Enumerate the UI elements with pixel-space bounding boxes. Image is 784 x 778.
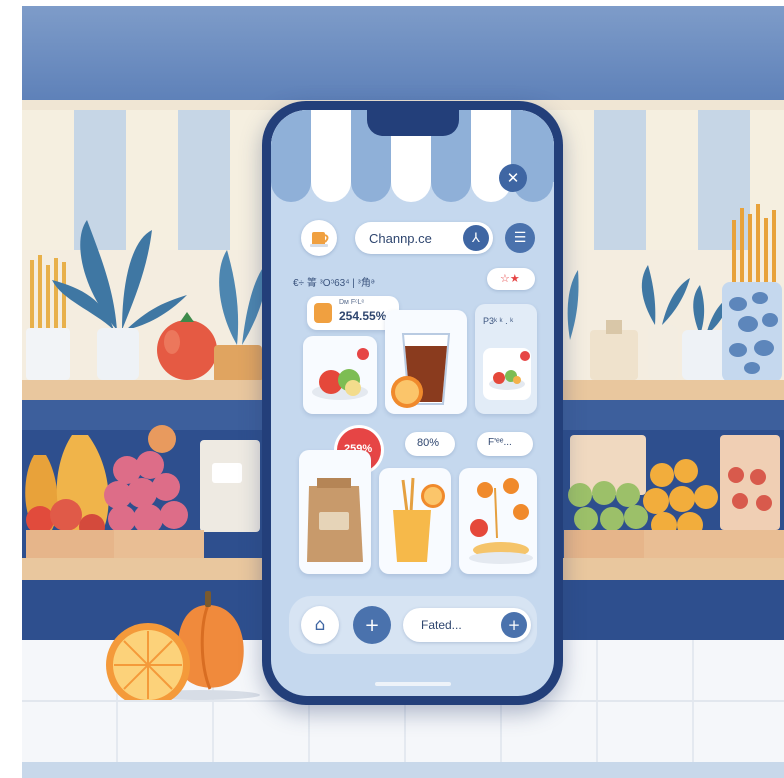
dessert-icon	[469, 478, 533, 564]
close-button[interactable]: ✕	[499, 164, 527, 192]
product-card-vegetables[interactable]	[303, 336, 377, 414]
search-button[interactable]: ⅄	[463, 225, 489, 251]
filter-chip-label: F'ᵉᵉ...	[488, 437, 512, 448]
add-button[interactable]: +	[353, 606, 391, 644]
salad-icon	[489, 351, 530, 390]
product-card-side[interactable]: P3ᵏ ᵏ . ᵏ	[475, 304, 537, 414]
drink-icon	[391, 333, 451, 408]
product-card-drink[interactable]	[385, 310, 467, 414]
left-produce	[25, 425, 260, 558]
side-card-label: P3ᵏ ᵏ . ᵏ	[483, 316, 514, 326]
search-bar[interactable]: Channp.ce ⅄	[355, 222, 493, 254]
bottom-input-text[interactable]: Fated...	[421, 618, 462, 632]
orange-and-pumpkin	[106, 591, 260, 700]
promo-cup-icon	[314, 303, 332, 323]
close-icon: ✕	[506, 169, 520, 187]
phone-frame: ✕ Channp.ce ⅄ ☰ €÷ 箐 ᵌOᵓ63⁴ | ᵌ角ᵊ ☆★ Dᴍ …	[262, 101, 563, 705]
promo-small-label: Dᴍ FᶜLᵉ	[339, 299, 365, 306]
side-card-image	[483, 348, 531, 400]
menu-button[interactable]: ☰	[505, 223, 535, 253]
right-plant-decoration	[567, 204, 782, 382]
search-icon: ⅄	[472, 230, 480, 246]
product-card-dessert[interactable]	[459, 468, 537, 574]
home-indicator	[375, 682, 451, 686]
vegetables-icon	[312, 348, 369, 400]
phone-screen: ✕ Channp.ce ⅄ ☰ €÷ 箐 ᵌOᵓ63⁴ | ᵌ角ᵊ ☆★ Dᴍ …	[271, 110, 554, 696]
home-icon: ⌂	[314, 615, 326, 635]
store-scene: ✕ Channp.ce ⅄ ☰ €÷ 箐 ᵌOᵓ63⁴ | ᵌ角ᵊ ☆★ Dᴍ …	[0, 0, 784, 778]
filter-chip[interactable]: F'ᵉᵉ...	[477, 432, 533, 456]
phone-notch	[367, 110, 459, 136]
wall-band	[22, 6, 784, 104]
floor-bottom	[22, 762, 784, 778]
product-card-bag[interactable]	[299, 450, 371, 574]
left-plant-decoration	[26, 220, 270, 383]
rating-badge[interactable]: ☆★	[487, 268, 535, 290]
search-input[interactable]: Channp.ce	[369, 231, 432, 246]
product-card-juice[interactable]	[379, 468, 451, 574]
promo-value: 254.55%	[339, 309, 387, 323]
submit-plus-icon: +	[507, 616, 521, 634]
stats-text: €÷ 箐 ᵌOᵓ63⁴ | ᵌ角ᵊ	[293, 278, 375, 289]
cup-icon	[310, 232, 329, 247]
paper-bag-icon	[307, 478, 363, 562]
rating-stars: ☆★	[500, 272, 520, 285]
plus-icon: +	[364, 614, 380, 636]
juice-icon	[393, 477, 445, 562]
submit-button[interactable]: +	[501, 612, 527, 638]
home-button[interactable]: ⌂	[301, 606, 339, 644]
menu-icon: ☰	[513, 230, 527, 246]
avatar[interactable]	[301, 220, 337, 256]
right-produce	[564, 435, 784, 558]
bottom-input[interactable]: Fated... +	[403, 608, 531, 642]
percent-chip[interactable]: 80%	[405, 432, 455, 456]
percent-chip-label: 80%	[417, 437, 440, 449]
